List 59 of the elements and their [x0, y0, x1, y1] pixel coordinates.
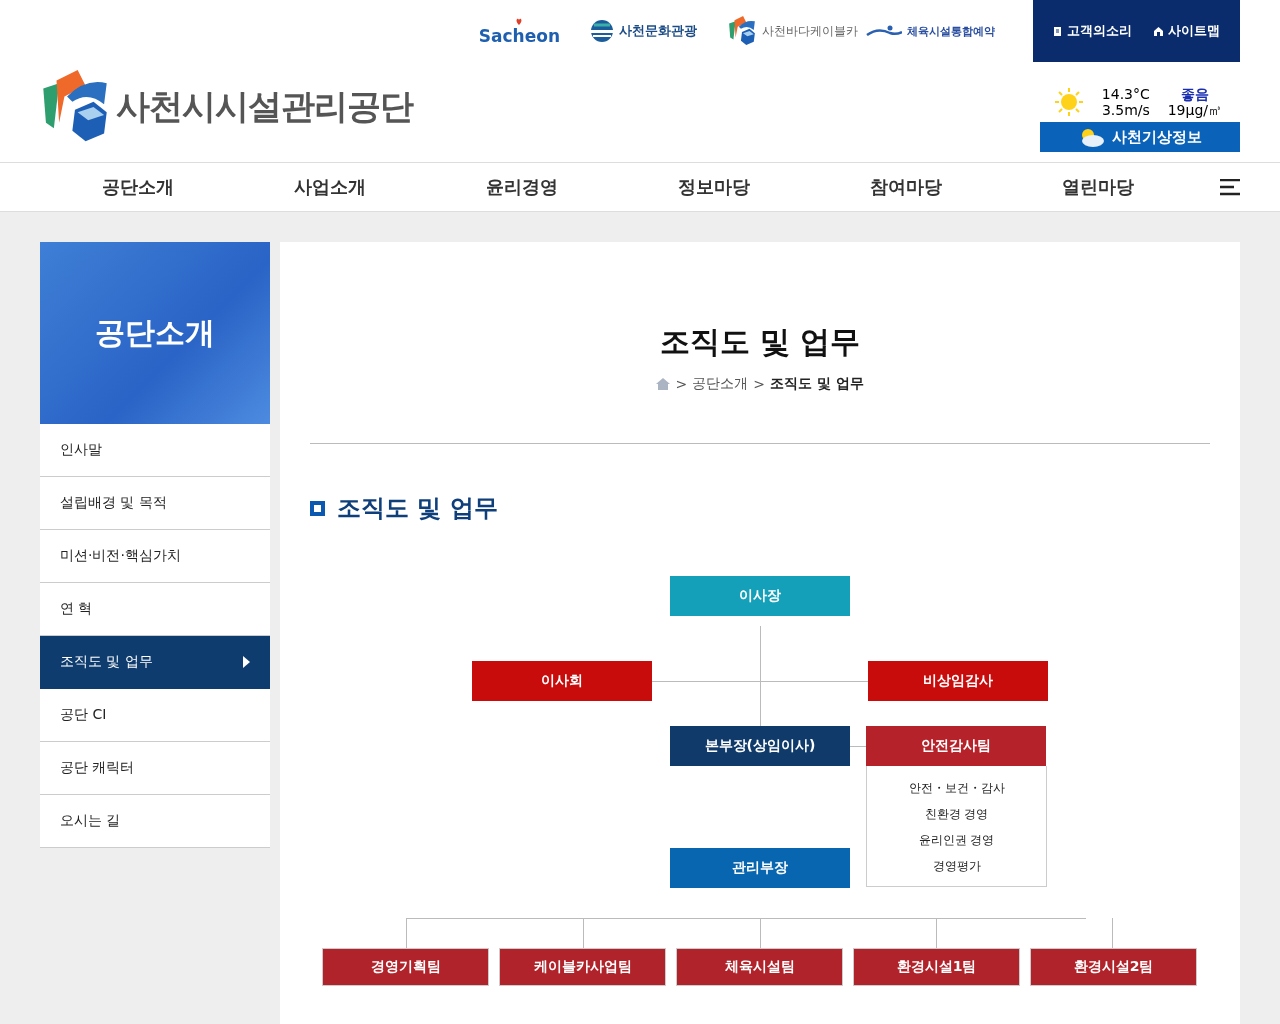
temperature: 14.3°C	[1101, 86, 1150, 102]
duty-text: 윤리인권 경영	[918, 832, 995, 849]
sidebar-title: 공단소개	[95, 313, 215, 352]
swimmer-icon	[866, 23, 902, 39]
sidebar-item[interactable]: 인사말	[40, 424, 270, 477]
air-quality: 좋음	[1180, 86, 1209, 102]
sidebar-item[interactable]: 조직도 및 업무	[40, 636, 270, 689]
site-logo-title[interactable]: 사천시시설관리공단	[116, 84, 413, 130]
home-icon	[656, 378, 671, 390]
partner-link[interactable]: 사천문화관광	[590, 19, 697, 43]
weather-info-button[interactable]: 사천기상정보	[1040, 122, 1240, 152]
nav-item[interactable]: 참여마당	[810, 175, 1002, 199]
breadcrumb-separator: >	[675, 376, 688, 392]
org-node: 본부장(상임이사)	[670, 726, 850, 766]
caret-icon	[243, 656, 250, 668]
team-node: 환경시설2팀	[1030, 948, 1197, 986]
section-title: 조직도 및 업무	[337, 493, 498, 524]
sidebar-item[interactable]: 공단 캐릭터	[40, 742, 270, 795]
fine-dust: 19μg/㎥	[1167, 102, 1222, 118]
team-node: 환경시설1팀	[853, 948, 1020, 986]
menu-icon[interactable]	[1220, 178, 1240, 196]
breadcrumb-link[interactable]: 조직도 및 업무	[769, 375, 864, 393]
sun-icon	[1054, 87, 1084, 117]
wind-speed: 3.5m/s	[1101, 102, 1150, 118]
team-node: 케이블카사업팀	[499, 948, 666, 986]
breadcrumb-link[interactable]: 공단소개	[692, 375, 749, 393]
sidebar-item[interactable]: 설립배경 및 목적	[40, 477, 270, 530]
org-node: 안전감사팀	[866, 726, 1046, 766]
sidebar-item[interactable]: 공단 CI	[40, 689, 270, 742]
sidebar-item[interactable]: 연 혁	[40, 583, 270, 636]
duty-text: 친환경 경영	[924, 806, 989, 823]
team-node: 경영기획팀	[322, 948, 489, 986]
team-node: 체육시설팀	[676, 948, 843, 986]
nav-item[interactable]: 윤리경영	[426, 175, 618, 199]
cable-car-logo-icon	[727, 16, 757, 46]
org-node: 이사장	[670, 576, 850, 616]
wave-icon	[590, 19, 614, 43]
partner-link[interactable]: Sacheon	[478, 16, 560, 46]
nav-item[interactable]: 열린마당	[1002, 175, 1194, 199]
square-bullet-icon	[310, 500, 325, 516]
org-node: 비상임감사	[868, 661, 1048, 701]
partner-link[interactable]: 체육시설통합예약	[866, 23, 995, 39]
document-icon	[1053, 26, 1062, 36]
utility-link[interactable]: 사이트맵	[1154, 22, 1220, 40]
org-node: 관리부장	[670, 848, 850, 888]
home-icon	[1154, 26, 1163, 36]
sidebar-item[interactable]: 오시는 길	[40, 795, 270, 848]
page-title: 조직도 및 업무	[658, 323, 862, 361]
breadcrumb-separator: >	[753, 376, 765, 392]
logo-icon	[40, 70, 110, 144]
org-node: 이사회	[472, 661, 652, 701]
duty-text: 안전・보건・감사	[908, 780, 1005, 797]
nav-item[interactable]: 정보마당	[618, 175, 810, 199]
partner-link[interactable]: 사천바다케이블카	[727, 16, 858, 46]
sidebar-item[interactable]: 미션·비전·핵심가치	[40, 530, 270, 583]
nav-item[interactable]: 사업소개	[234, 175, 426, 199]
utility-link[interactable]: 고객의소리	[1053, 22, 1132, 40]
duty-text: 경영평가	[932, 858, 981, 875]
nav-item[interactable]: 공단소개	[42, 175, 234, 199]
